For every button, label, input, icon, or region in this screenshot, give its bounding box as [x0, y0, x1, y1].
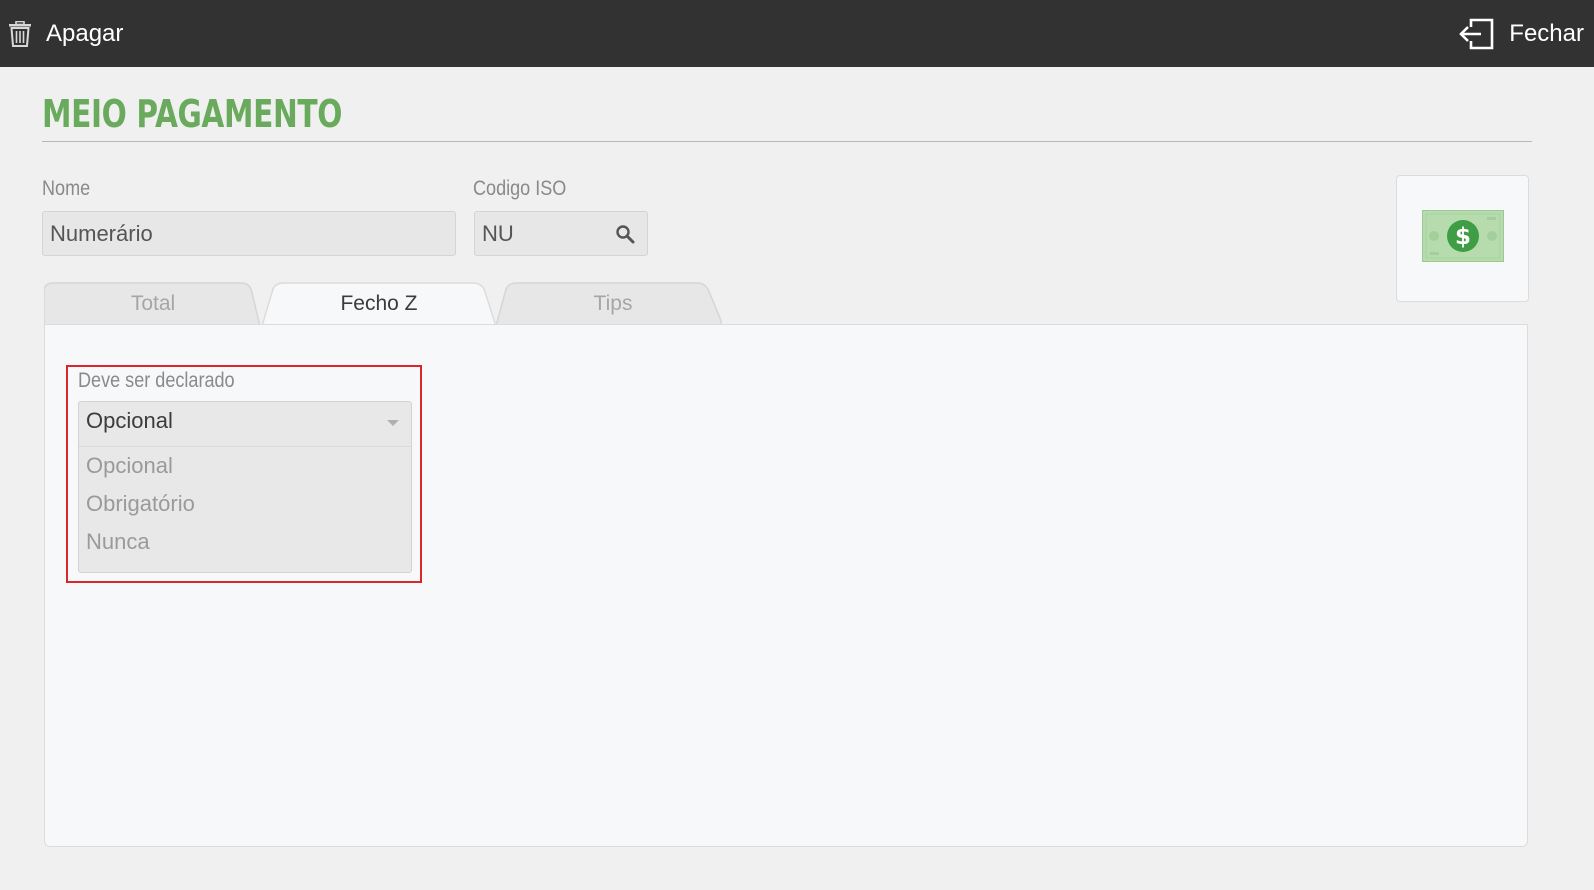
name-label: Nome: [42, 177, 91, 200]
tab-total[interactable]: Total: [44, 282, 262, 326]
tab-fecho-z[interactable]: Fecho Z: [260, 282, 498, 326]
delete-button[interactable]: Apagar: [8, 0, 123, 67]
close-button[interactable]: Fechar: [1459, 0, 1584, 67]
iso-code-label: Codigo ISO: [473, 177, 567, 200]
page-title: MEIO PAGAMENTO: [42, 92, 343, 136]
delete-label: Apagar: [46, 19, 124, 47]
tab-fecho-z-label: Fecho Z: [340, 292, 418, 315]
option-obrigatorio[interactable]: Obrigatório: [86, 491, 195, 517]
search-icon[interactable]: [615, 224, 635, 244]
declare-label: Deve ser declarado: [78, 369, 235, 392]
chevron-down-icon[interactable]: [387, 420, 399, 426]
iso-code-value: NU: [482, 220, 514, 246]
svg-text:$: $: [1454, 224, 1470, 250]
banknote-dollar-icon: $: [1421, 210, 1504, 267]
tab-total-label: Total: [130, 292, 176, 315]
declare-selected-value: Opcional: [86, 408, 173, 433]
tab-strip: Total Tips Fecho Z: [44, 282, 744, 326]
iso-code-input[interactable]: NU: [474, 211, 648, 256]
name-value: Numerário: [50, 220, 153, 246]
exit-icon: [1459, 18, 1495, 50]
trash-icon: [8, 20, 32, 47]
tab-tips[interactable]: Tips: [494, 282, 732, 326]
close-label: Fechar: [1509, 19, 1584, 47]
name-input[interactable]: Numerário: [42, 211, 456, 256]
title-divider: [42, 141, 1532, 142]
tab-tips-label: Tips: [593, 292, 633, 315]
payment-image-button[interactable]: $: [1396, 175, 1529, 302]
declare-select[interactable]: Opcional Opcional Obrigatório Nunca: [78, 401, 412, 573]
option-nunca[interactable]: Nunca: [86, 529, 150, 555]
option-opcional[interactable]: Opcional: [86, 453, 173, 479]
top-toolbar: Apagar Fechar: [0, 0, 1594, 67]
select-divider: [79, 446, 411, 447]
